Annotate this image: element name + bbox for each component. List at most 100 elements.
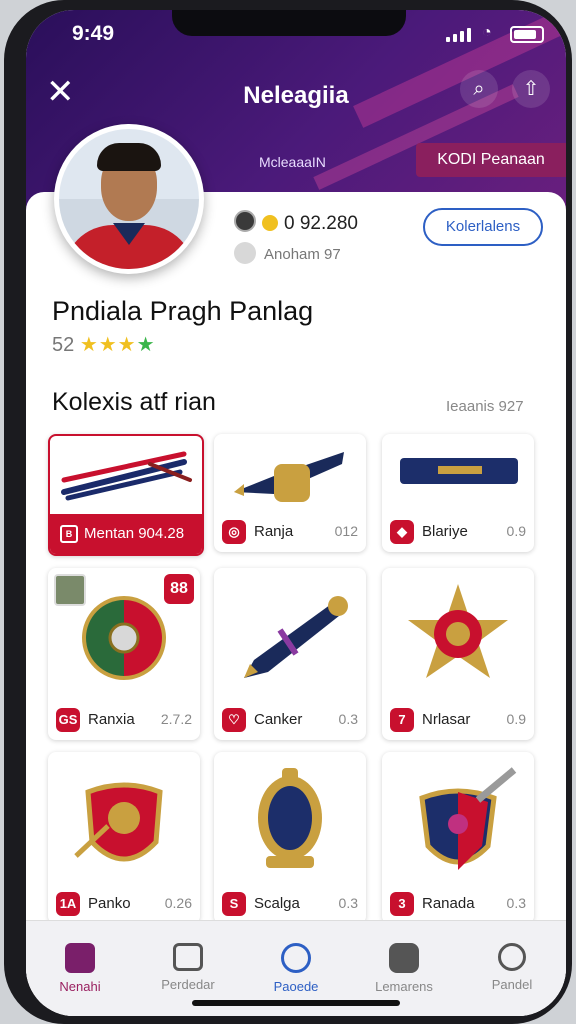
item-footer: S Scalga 0.3 — [214, 884, 366, 924]
app-screen: 9:49 ◔ ✕ Neleagiia ⌕ ⇧ McleaaaIN KODI Pe… — [26, 10, 566, 1016]
item-value: 0.9 — [506, 523, 526, 539]
header-label: McleaaaIN — [259, 154, 326, 170]
item-label: Blariye — [422, 523, 468, 540]
action-button[interactable]: Kolerlalens — [423, 208, 543, 246]
item-badge-icon: ◎ — [222, 520, 246, 544]
item-footer: 1A Panko 0.26 — [48, 884, 200, 924]
item-badge-icon: 7 — [390, 708, 414, 732]
star-medal-image — [408, 584, 508, 678]
collection-item[interactable]: 88 GS Ranxia 2.7.2 — [48, 568, 200, 740]
pipe-set-image — [61, 451, 192, 501]
profile-sublabel: Anoham 97 — [234, 242, 341, 264]
top-bar: ✕ Neleagiia ⌕ ⇧ — [26, 68, 566, 118]
item-value: 0.3 — [506, 895, 526, 911]
nav-profile[interactable]: Pandel — [458, 933, 566, 992]
token-icon — [234, 210, 256, 232]
item-label: Canker — [254, 711, 303, 728]
collection-item[interactable]: B Mentan 904.28 — [48, 434, 204, 556]
item-footer: 7 Nrlasar 0.9 — [382, 700, 534, 740]
wifi-icon: ◔ — [482, 24, 492, 41]
ornate-medallion-image — [258, 768, 322, 868]
item-label: Nrlasar — [422, 711, 471, 728]
item-value: 012 — [334, 523, 358, 539]
item-label: Panko — [88, 895, 131, 912]
collection-item[interactable]: 7 Nrlasar 0.9 — [382, 568, 534, 740]
coin-value: 0 92.280 — [284, 213, 358, 234]
rating: 52 ★★★★ — [52, 332, 155, 357]
share-icon[interactable]: ⇧ — [512, 70, 550, 108]
avatar-photo — [59, 129, 199, 269]
item-count: Ieaanis 927 — [446, 398, 524, 415]
gem-icon — [389, 943, 419, 973]
home-icon — [65, 943, 95, 973]
signal-icon — [446, 28, 476, 42]
item-badge-icon: 1A — [56, 892, 80, 916]
item-badge-icon: B — [60, 525, 78, 543]
dagger-handle-image — [244, 596, 348, 678]
nav-label: Lemarens — [375, 979, 433, 994]
item-label: Ranada — [422, 895, 475, 912]
star-icon: ★ — [136, 334, 155, 356]
collection-item[interactable]: 3 Ranada 0.3 — [382, 752, 534, 924]
phone-frame: 9:49 ◔ ✕ Neleagiia ⌕ ⇧ McleaaaIN KODI Pe… — [4, 0, 572, 1024]
belt-image — [400, 458, 518, 484]
avatar[interactable] — [54, 124, 204, 274]
item-label: Scalga — [254, 895, 300, 912]
nav-label: Perdedar — [161, 977, 215, 992]
shield-icon — [281, 943, 311, 973]
sublabel-text: Anoham 97 — [264, 246, 341, 263]
status-bar: 9:49 ◔ — [26, 10, 566, 54]
nav-label: Pandel — [491, 977, 533, 992]
profile-icon — [498, 943, 526, 971]
search-icon[interactable]: ⌕ — [460, 70, 498, 108]
status-time: 9:49 — [72, 22, 115, 45]
item-badge-icon: GS — [56, 708, 80, 732]
sword-shield-image — [419, 767, 517, 870]
battery-icon — [510, 26, 544, 43]
item-footer: ◎ Ranja 012 — [214, 512, 366, 552]
item-footer: 3 Ranada 0.3 — [382, 884, 534, 924]
item-footer: GS Ranxia 2.7.2 — [48, 700, 200, 740]
round-shield-image — [82, 596, 166, 680]
card-icon — [173, 943, 203, 971]
item-badge-icon: ◆ — [390, 520, 414, 544]
collection-item[interactable]: ◎ Ranja 012 — [214, 434, 366, 552]
collection-item[interactable]: 1A Panko 0.26 — [48, 752, 200, 924]
nav-label: Paoede — [273, 979, 319, 994]
coin-balance: 0 92.280 — [234, 210, 358, 235]
player-name: Pndiala Pragh Panlag — [52, 296, 314, 326]
item-badge-icon: ♡ — [222, 708, 246, 732]
collection-item[interactable]: ♡ Canker 0.3 — [214, 568, 366, 740]
cannon-image — [234, 452, 344, 502]
crest-shield-image — [74, 782, 163, 862]
item-footer: B Mentan 904.28 — [50, 514, 202, 554]
nav-home[interactable]: Nenahi — [26, 933, 134, 994]
item-value: 0.3 — [338, 895, 358, 911]
item-badge-icon: S — [222, 892, 246, 916]
badge-icon — [234, 242, 256, 264]
section-title: Kolexis atf rian — [52, 388, 216, 416]
item-value: 0.3 — [338, 711, 358, 727]
item-value: 0.26 — [164, 895, 192, 911]
item-value: 2.7.2 — [160, 711, 192, 727]
home-indicator — [192, 1000, 400, 1006]
collection-item[interactable]: ◆ Blariye 0.9 — [382, 434, 534, 552]
nav-shield[interactable]: Paoede — [242, 933, 350, 994]
camera-notch — [172, 10, 406, 36]
item-footer: ◆ Blariye 0.9 — [382, 512, 534, 552]
collection-item[interactable]: S Scalga 0.3 — [214, 752, 366, 924]
item-footer: ♡ Canker 0.3 — [214, 700, 366, 740]
avatar-hair — [97, 143, 161, 171]
nav-label: Nenahi — [59, 979, 101, 994]
item-label: Mentan 904.28 — [84, 525, 185, 542]
rating-value: 52 — [52, 334, 75, 356]
item-label: Ranxia — [88, 711, 135, 728]
item-badge-icon: 3 — [390, 892, 414, 916]
nav-cards[interactable]: Perdedar — [134, 933, 242, 992]
item-label: Ranja — [254, 523, 294, 540]
nav-gems[interactable]: Lemarens — [350, 933, 458, 994]
star-icon: ★★★ — [79, 334, 137, 356]
item-value: 0.9 — [506, 711, 526, 727]
promo-button[interactable]: KODI Peanaan — [416, 143, 566, 177]
coin-icon — [262, 215, 278, 231]
